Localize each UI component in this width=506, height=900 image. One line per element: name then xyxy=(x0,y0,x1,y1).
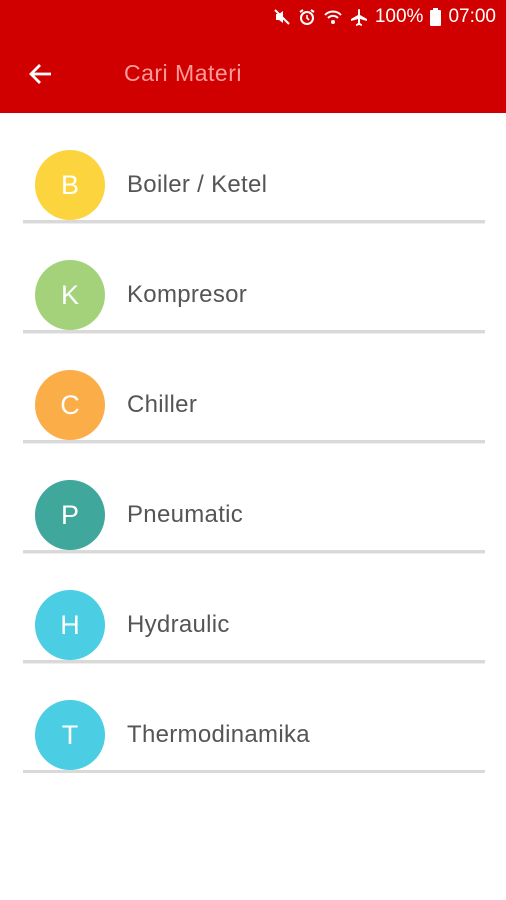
list-item[interactable]: T Thermodinamika xyxy=(23,663,485,773)
battery-icon xyxy=(430,8,442,26)
list-item[interactable]: B Boiler / Ketel xyxy=(23,113,485,223)
letter-avatar: P xyxy=(35,480,105,550)
page-title: Cari Materi xyxy=(124,60,242,86)
list-item-label: Chiller xyxy=(127,391,198,418)
mute-icon xyxy=(273,8,291,26)
back-arrow-icon xyxy=(29,64,51,84)
status-bar: 100% 07:00 xyxy=(0,0,506,34)
battery-text: 100% xyxy=(374,6,424,27)
letter-avatar: T xyxy=(35,700,105,770)
letter-avatar: C xyxy=(35,370,105,440)
back-button[interactable] xyxy=(22,56,58,92)
list-item[interactable]: H Hydraulic xyxy=(23,553,485,663)
status-icons: 100% 07:00 xyxy=(273,0,496,34)
alarm-icon xyxy=(298,8,316,26)
list-item-label: Pneumatic xyxy=(127,501,244,528)
topic-list: B Boiler / Ketel K Kompresor C Chiller P Pneuma… xyxy=(23,113,485,773)
divider xyxy=(23,333,485,334)
letter-avatar: K xyxy=(35,260,105,330)
list-item-label: Boiler / Ketel xyxy=(127,171,268,198)
letter-avatar: H xyxy=(35,590,105,660)
airplane-icon xyxy=(350,8,368,26)
app-bar: Cari Materi xyxy=(0,34,506,113)
divider xyxy=(23,663,485,664)
clock: 07:00 xyxy=(448,6,496,27)
list-item[interactable]: C Chiller xyxy=(23,333,485,443)
list-item-label: Kompresor xyxy=(127,281,248,308)
divider xyxy=(23,223,485,224)
divider xyxy=(23,443,485,444)
list-item-label: Thermodinamika xyxy=(127,721,310,748)
list-item[interactable]: P Pneumatic xyxy=(23,443,485,553)
divider xyxy=(23,553,485,554)
letter-avatar: B xyxy=(35,150,105,220)
list-item[interactable]: K Kompresor xyxy=(23,223,485,333)
list-item-label: Hydraulic xyxy=(127,611,230,638)
wifi-icon xyxy=(323,8,343,26)
